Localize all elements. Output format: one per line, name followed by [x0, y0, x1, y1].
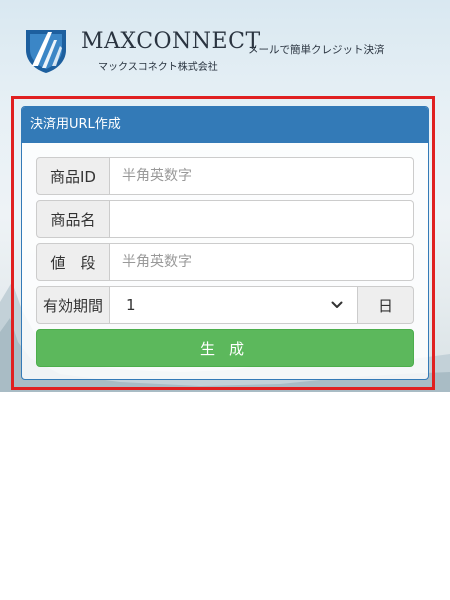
validity-row: 有効期間 1 日: [36, 286, 414, 324]
validity-selected-value: 1: [126, 296, 136, 314]
product-name-row: 商品名: [36, 200, 414, 238]
payment-url-panel: 決済用URL作成 商品ID 商品名 値 段 有効期間 1 日 生成: [21, 106, 429, 380]
validity-label: 有効期間: [36, 286, 110, 324]
site-header: MAXCONNECT メールで簡単クレジット決済 マックスコネクト株式会社: [22, 26, 442, 76]
validity-select[interactable]: 1: [110, 286, 358, 324]
product-name-label: 商品名: [36, 200, 110, 238]
product-id-row: 商品ID: [36, 157, 414, 195]
product-id-input[interactable]: [110, 157, 414, 195]
panel-title: 決済用URL作成: [22, 107, 428, 143]
product-id-label: 商品ID: [36, 157, 110, 195]
validity-unit: 日: [358, 286, 414, 324]
chevron-down-icon: [331, 301, 343, 308]
generate-button[interactable]: 生成: [36, 329, 414, 367]
price-label: 値 段: [36, 243, 110, 281]
price-input[interactable]: [110, 243, 414, 281]
company-name: マックスコネクト株式会社: [98, 62, 218, 73]
maxconnect-logo-icon: [26, 30, 66, 73]
brand-tagline: メールで簡単クレジット決済: [248, 44, 385, 56]
product-name-input[interactable]: [110, 200, 414, 238]
brand-name: MAXCONNECT: [81, 29, 261, 54]
price-row: 値 段: [36, 243, 414, 281]
